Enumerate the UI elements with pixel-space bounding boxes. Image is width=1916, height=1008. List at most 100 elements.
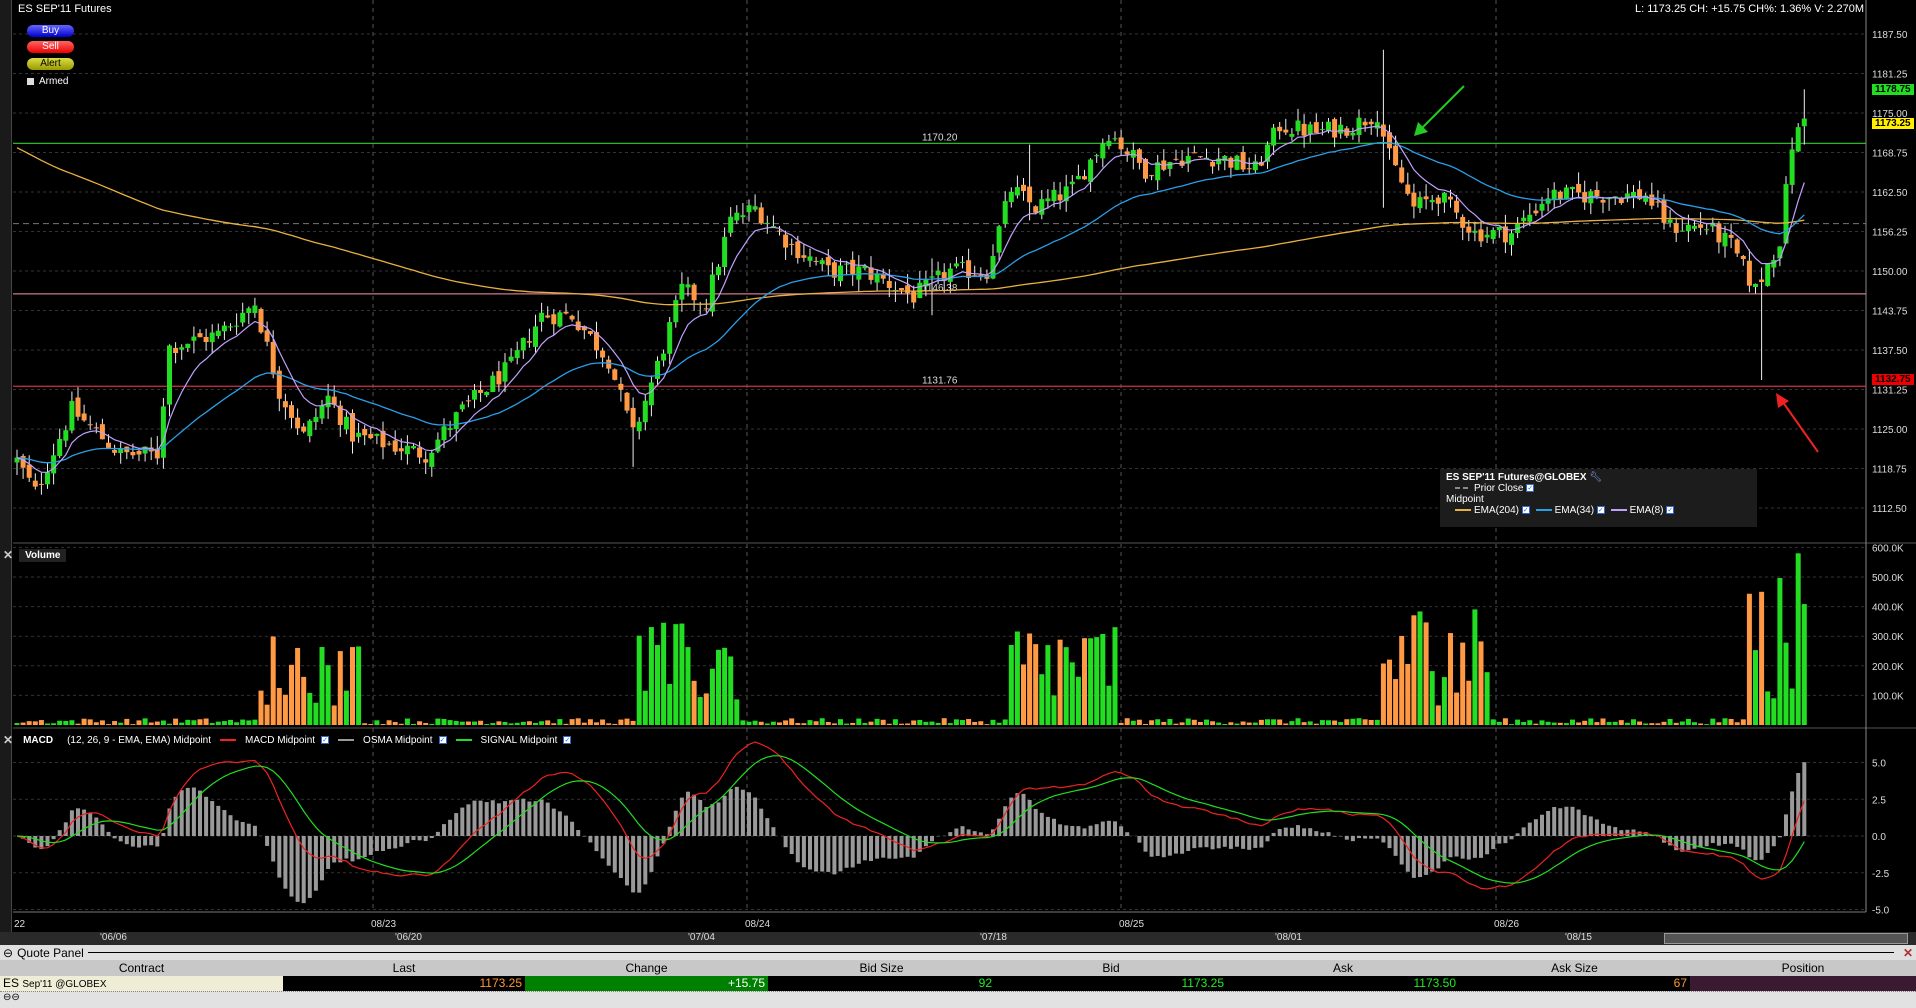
candle [453,412,459,429]
buy-button[interactable]: Buy [27,25,74,37]
column-header[interactable]: Change [525,960,768,976]
column-header[interactable]: Ask [1227,960,1459,976]
candle [795,241,801,259]
osma-bar [124,836,129,845]
candle [1094,155,1100,157]
bid-size-cell: 92 [768,976,995,991]
close-volume-icon[interactable]: ✕ [3,548,13,562]
volume-bar [838,719,843,725]
volume-bar [423,723,429,725]
osma-bar [118,836,123,842]
candle [1283,129,1289,133]
price-chart[interactable]: 1187.501181.251175.001168.751162.501156.… [0,0,1916,932]
panel-splitter[interactable]: ⊖⊖ [0,991,1916,1008]
osma-bar [832,836,837,875]
volume-bar [1173,723,1179,725]
candle [606,359,612,369]
candle [661,353,667,361]
volume-bar [1222,724,1228,725]
candle [191,336,197,341]
candle [264,330,270,342]
volume-bar [1801,604,1807,725]
volume-bar [87,719,93,725]
ema8-checkbox[interactable]: ✓ [1666,506,1675,515]
scroll-date-label: '06/06 [100,932,127,943]
volume-bar [1411,615,1417,725]
collapse-icon[interactable]: ⊖ [3,946,13,960]
close-macd-icon[interactable]: ✕ [3,733,13,747]
ema34-checkbox[interactable]: ✓ [1596,506,1605,515]
candle [1466,226,1472,233]
candle [1246,168,1252,170]
quote-columns: Contract Last Change Bid Size Bid Ask Ask Size… [0,960,1916,976]
left-scrollbar[interactable] [0,0,12,940]
volume-tick-label: 300.0K [1872,632,1904,643]
column-header[interactable]: Position [1690,960,1916,976]
osma-bar [240,822,245,836]
volume-bar [862,723,868,725]
volume-bar [703,693,709,725]
scrollbar-thumb[interactable] [1664,933,1908,944]
osma-bar [411,836,416,841]
osma-bar [1332,836,1337,837]
osma-bar [1369,836,1374,839]
candle [45,472,50,485]
macd-checkbox[interactable]: ✓ [321,736,330,744]
candle [1197,156,1203,158]
column-header[interactable]: Bid Size [768,960,995,976]
wrench-icon[interactable]: 🔧︎ [1589,472,1602,483]
osma-bar [954,828,959,836]
osma-bar [198,790,202,836]
volume-bar [118,722,124,725]
volume-bar [1002,719,1008,725]
volume-bar [1057,639,1063,725]
position-cell [1690,976,1916,991]
volume-bar [923,721,929,725]
column-header[interactable]: Last [283,960,525,976]
candle [1100,143,1106,159]
column-header[interactable]: Contract [0,960,283,976]
volume-bar [350,647,355,725]
close-quote-panel-icon[interactable]: ✕ [1903,946,1913,960]
alert-button[interactable]: Alert [27,58,74,70]
contract-cell[interactable]: ES Sep'11 @GLOBEX [0,976,283,991]
quote-row[interactable]: ES Sep'11 @GLOBEX 1173.25 +15.75 92 1173… [0,976,1916,991]
candle [612,369,618,380]
candle [1649,194,1655,206]
volume-bar [1624,722,1630,725]
volume-bar [691,680,697,725]
prior-close-checkbox[interactable]: ✓ [1526,484,1535,493]
osma-bar [930,836,934,842]
column-header[interactable]: Ask Size [1459,960,1690,976]
bid-cell[interactable]: 1173.25 [995,976,1227,991]
osma-bar [1228,836,1233,849]
volume-bar [1380,663,1386,725]
volume-bar [960,720,965,725]
candle [533,326,538,347]
signal-checkbox[interactable]: ✓ [563,736,572,744]
volume-bar [106,724,111,725]
volume-bar [886,723,892,725]
volume-bar [45,723,50,725]
volume-bar [600,719,606,725]
candle [246,308,252,313]
legend-signal: SIGNAL Midpoint [480,734,558,746]
osma-checkbox[interactable]: ✓ [438,736,447,744]
price-tick-label: 1162.50 [1872,188,1908,199]
ema204-checkbox[interactable]: ✓ [1521,506,1530,515]
sell-button[interactable]: Sell [27,41,74,53]
osma-bar [1302,828,1307,836]
armed-checkbox[interactable]: Armed [27,76,68,87]
osma-bar [399,836,404,847]
volume-bar [642,690,648,725]
time-scrollbar[interactable]: '06/06 '06/20 '07/04 '07/18 '08/01 '08/15 [0,932,1916,945]
osma-bar [1540,814,1544,836]
ask-cell[interactable]: 1173.50 [1227,976,1459,991]
osma-bar [588,836,593,843]
volume-bar [1484,672,1490,725]
column-header[interactable]: Bid [995,960,1227,976]
candle [947,268,953,282]
osma-bar [1625,829,1630,836]
volume-bar [1618,720,1624,725]
candle [1545,198,1551,204]
